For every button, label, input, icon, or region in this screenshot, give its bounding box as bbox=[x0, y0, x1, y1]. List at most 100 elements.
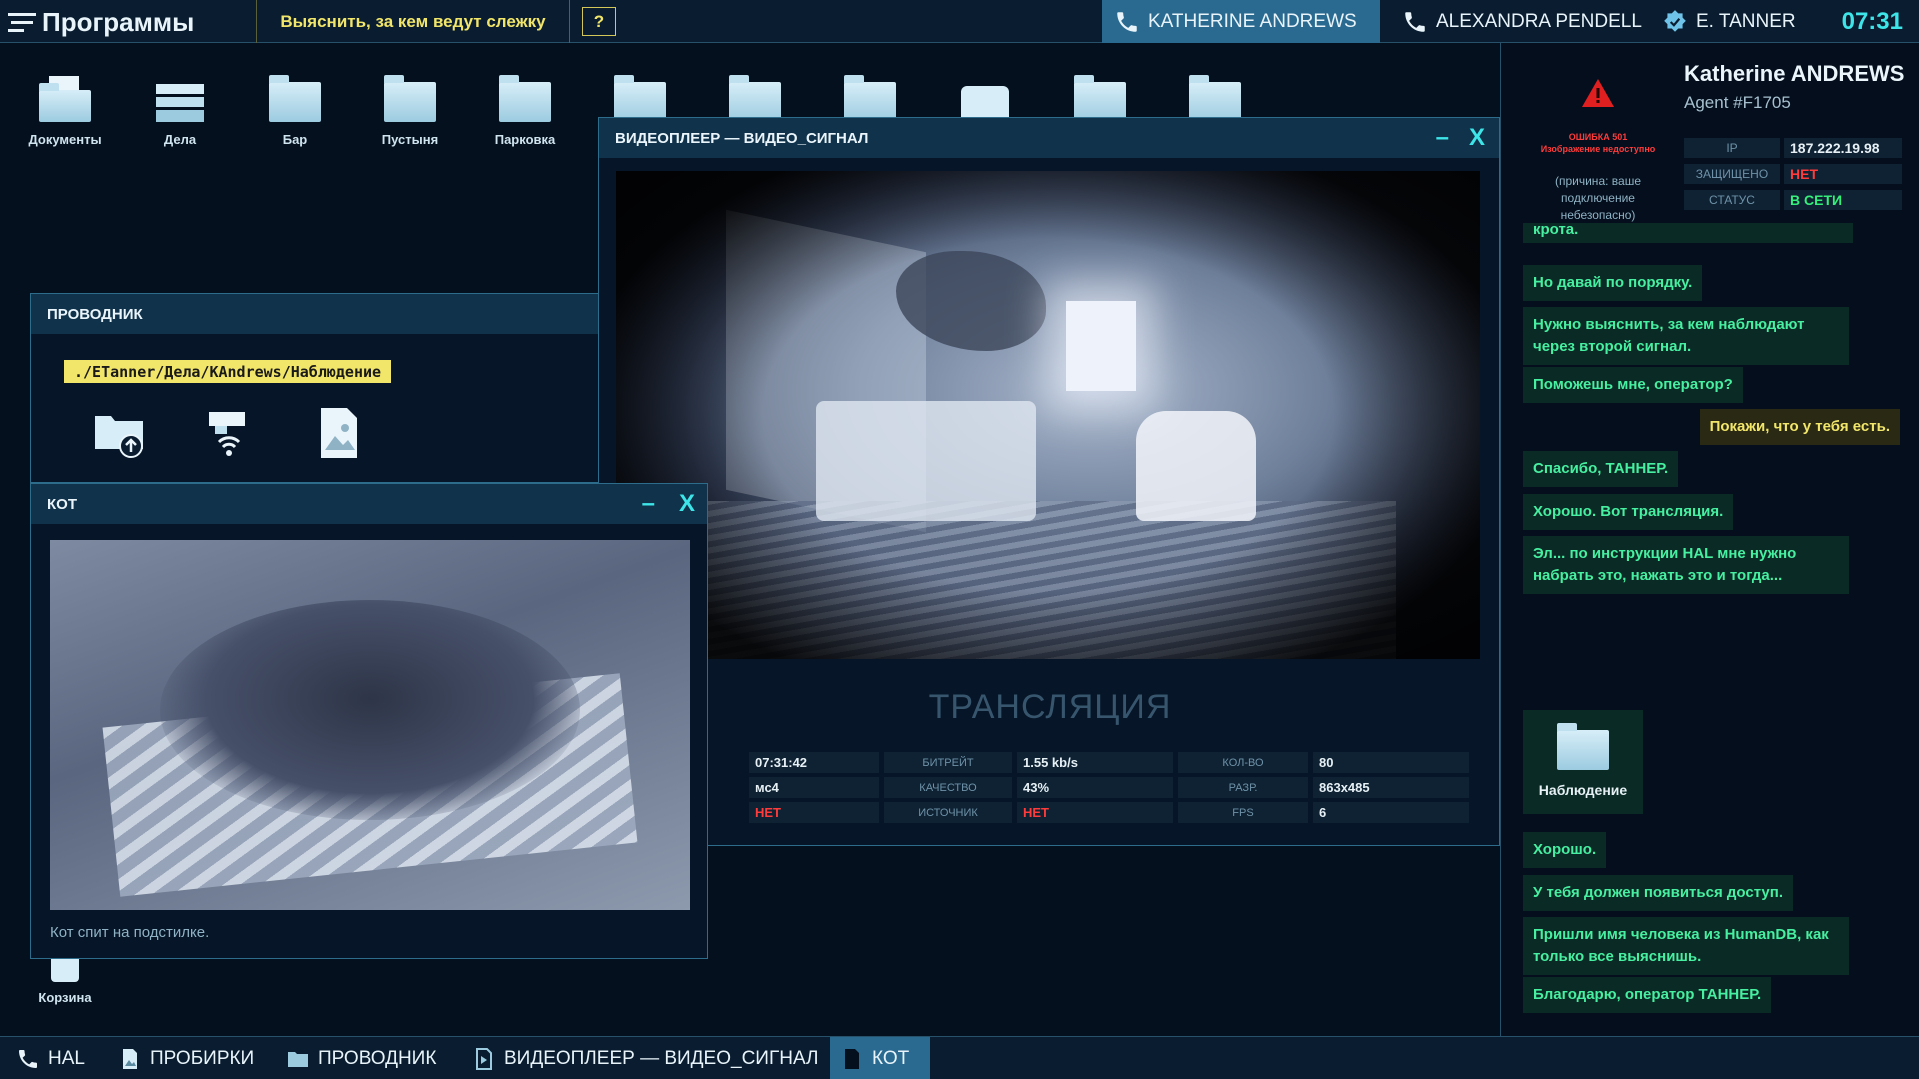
cases-icon bbox=[152, 72, 208, 128]
stat-codec: мс4 bbox=[749, 777, 879, 798]
error-code: ОШИБКА 501 bbox=[1568, 132, 1628, 142]
stat-key-count: КОЛ-ВО bbox=[1178, 752, 1308, 773]
warning-icon bbox=[1582, 79, 1614, 107]
desktop-icon-parking[interactable]: Парковка bbox=[475, 72, 575, 147]
window-title: ПРОВОДНИК bbox=[47, 305, 143, 323]
folder-icon bbox=[1557, 723, 1609, 770]
desktop-icon-label: Бар bbox=[282, 132, 308, 147]
phone-icon bbox=[19, 1049, 37, 1068]
folder-icon bbox=[497, 72, 553, 128]
contact-alexandra-pendell[interactable]: ALEXANDRA PENDELL bbox=[1390, 0, 1654, 43]
explorer-window: ПРОВОДНИК ./ETanner/Дела/KAndrews/Наблюд… bbox=[30, 293, 602, 483]
taskbar-label: ПРОБИРКИ bbox=[150, 1047, 255, 1069]
cat-window: КОТ – X Кот спит на подстилке. bbox=[30, 483, 708, 959]
folder-icon bbox=[288, 1051, 308, 1067]
menu-icon bbox=[8, 11, 36, 33]
stream-stats: 07:31:42 БИТРЕЙТ 1.55 kb/s КОЛ-ВО 80 мс4… bbox=[589, 752, 1477, 823]
contact-e-tanner[interactable]: E. TANNER bbox=[1650, 0, 1808, 43]
stat-key-resolution: РАЗР. bbox=[1178, 777, 1308, 798]
desktop-icon-label: Корзина bbox=[38, 990, 92, 1005]
videoplayer-window: ВИДЕОПЛЕЕР — ВИДЕО_СИГНАЛ – X ТРАНСЛЯЦИЯ… bbox=[598, 117, 1500, 846]
folder-icon bbox=[267, 72, 323, 128]
taskbar-label: КОТ bbox=[872, 1047, 910, 1069]
minimize-icon[interactable]: – bbox=[642, 484, 655, 524]
chat-message: Пришли имя человека из HumanDB, как толь… bbox=[1523, 917, 1849, 975]
taskbar-item-explorer[interactable]: ПРОВОДНИК bbox=[276, 1037, 446, 1079]
agent-id: Agent #F1705 bbox=[1684, 93, 1791, 112]
explorer-item-image[interactable] bbox=[299, 404, 379, 463]
objective-banner: Выяснить, за кем ведут слежку bbox=[256, 0, 570, 43]
stat-key-quality: КАЧЕСТВО bbox=[884, 777, 1012, 798]
explorer-item-upload[interactable] bbox=[79, 404, 159, 463]
desktop-icon-cases[interactable]: Дела bbox=[130, 72, 230, 147]
cat-photo bbox=[50, 540, 690, 910]
chat-message: Благодарю, оператор ТАННЕР. bbox=[1523, 977, 1772, 1013]
chat-message: Хорошо. bbox=[1523, 832, 1607, 868]
chat-attachment-folder[interactable]: Наблюдение bbox=[1523, 710, 1643, 814]
contact-katherine-andrews[interactable]: KATHERINE ANDREWS bbox=[1102, 0, 1380, 43]
badge-icon bbox=[1664, 9, 1686, 32]
agent-name: Katherine ANDREWS bbox=[1684, 61, 1905, 86]
help-button[interactable]: ? bbox=[582, 7, 616, 36]
taskbar-item-hal[interactable]: HAL bbox=[6, 1037, 95, 1079]
contact-name: E. TANNER bbox=[1696, 10, 1796, 32]
stat-key-fps: FPS bbox=[1178, 802, 1308, 823]
agent-info-table: IP 187.222.19.98 ЗАЩИЩЕНО НЕТ СТАТУС В С… bbox=[1684, 138, 1902, 216]
play-icon bbox=[476, 1047, 492, 1070]
folder-icon bbox=[382, 72, 438, 128]
camera-wifi-icon bbox=[209, 412, 245, 456]
chat-message: Поможешь мне, оператор? bbox=[1523, 367, 1743, 403]
stat-key-bitrate: БИТРЕЙТ bbox=[884, 752, 1012, 773]
cat-caption: Кот спит на подстилке. bbox=[50, 924, 210, 941]
taskbar-label: HAL bbox=[48, 1047, 85, 1069]
secured-value: НЕТ bbox=[1784, 164, 1902, 184]
chat-log[interactable]: крота. Но давай по порядку. Нужно выясни… bbox=[1501, 223, 1919, 1013]
attachment-label: Наблюдение bbox=[1538, 782, 1628, 798]
taskbar-item-cat[interactable]: КОТ bbox=[830, 1037, 930, 1079]
stat-bitrate: 1.55 kb/s bbox=[1017, 752, 1173, 773]
chat-message: Эл... по инструкции HAL мне нужно набрат… bbox=[1523, 536, 1849, 594]
status-label: СТАТУС bbox=[1684, 190, 1780, 210]
cat-titlebar[interactable]: КОТ – X bbox=[31, 484, 707, 524]
secured-label: ЗАЩИЩЕНО bbox=[1684, 164, 1780, 184]
stat-fps: 6 bbox=[1313, 802, 1469, 823]
stat-key-source: ИСТОЧНИК bbox=[884, 802, 1012, 823]
desktop-icon-bar[interactable]: Бар bbox=[245, 72, 345, 147]
folder-upload-icon bbox=[95, 416, 143, 458]
taskbar-item-videoplayer[interactable]: ВИДЕОПЛЕЕР — ВИДЕО_СИГНАЛ bbox=[462, 1037, 829, 1079]
status-value: В СЕТИ bbox=[1784, 190, 1902, 210]
error-sub: Изображение недоступно bbox=[1540, 144, 1656, 154]
stat-source: НЕТ bbox=[1017, 802, 1173, 823]
phone-icon bbox=[1405, 11, 1425, 32]
desktop-icon-desert[interactable]: Пустыня bbox=[360, 72, 460, 147]
chat-message: Хорошо. Вот трансляция. bbox=[1523, 494, 1734, 530]
close-icon[interactable]: X bbox=[679, 484, 695, 524]
taskbar-item-tubes[interactable]: ПРОБИРКИ bbox=[108, 1037, 264, 1079]
explorer-item-video-signal[interactable] bbox=[189, 404, 269, 463]
chat-message: Покажи, что у тебя есть. bbox=[1699, 409, 1900, 445]
programs-menu-label: Программы bbox=[42, 6, 195, 37]
close-icon[interactable]: X bbox=[1469, 118, 1485, 158]
stat-resolution: 863x485 bbox=[1313, 777, 1469, 798]
chat-message: крота. bbox=[1523, 223, 1853, 243]
chat-message: Спасибо, ТАННЕР. bbox=[1523, 451, 1679, 487]
stat-count: 80 bbox=[1313, 752, 1469, 773]
chat-message: Нужно выяснить, за кем наблюдают через в… bbox=[1523, 307, 1849, 365]
desktop-icon-label: Парковка bbox=[494, 132, 556, 147]
ip-value: 187.222.19.98 bbox=[1784, 138, 1902, 158]
programs-menu-button[interactable]: Программы bbox=[8, 6, 194, 38]
contact-name: KATHERINE ANDREWS bbox=[1148, 10, 1357, 32]
taskbar: HAL ПРОБИРКИ ПРОВОДНИК ВИДЕОПЛЕЕР — ВИДЕ… bbox=[0, 1036, 1919, 1079]
explorer-titlebar[interactable]: ПРОВОДНИК bbox=[31, 294, 601, 334]
desktop-icon-label: Пустыня bbox=[381, 132, 439, 147]
top-bar: Программы Выяснить, за кем ведут слежку … bbox=[0, 0, 1919, 43]
stream-label: ТРАНСЛЯЦИЯ bbox=[928, 688, 1172, 726]
clock: 07:31 bbox=[1841, 7, 1903, 35]
minimize-icon[interactable]: – bbox=[1436, 118, 1449, 158]
document-icon bbox=[845, 1048, 859, 1069]
taskbar-label: ВИДЕОПЛЕЕР — ВИДЕО_СИГНАЛ bbox=[504, 1047, 819, 1069]
stat-flag: НЕТ bbox=[749, 802, 879, 823]
desktop-icon-documents[interactable]: Документы bbox=[15, 72, 115, 147]
window-title: КОТ bbox=[47, 495, 77, 513]
videoplayer-titlebar[interactable]: ВИДЕОПЛЕЕР — ВИДЕО_СИГНАЛ – X bbox=[599, 118, 1499, 158]
